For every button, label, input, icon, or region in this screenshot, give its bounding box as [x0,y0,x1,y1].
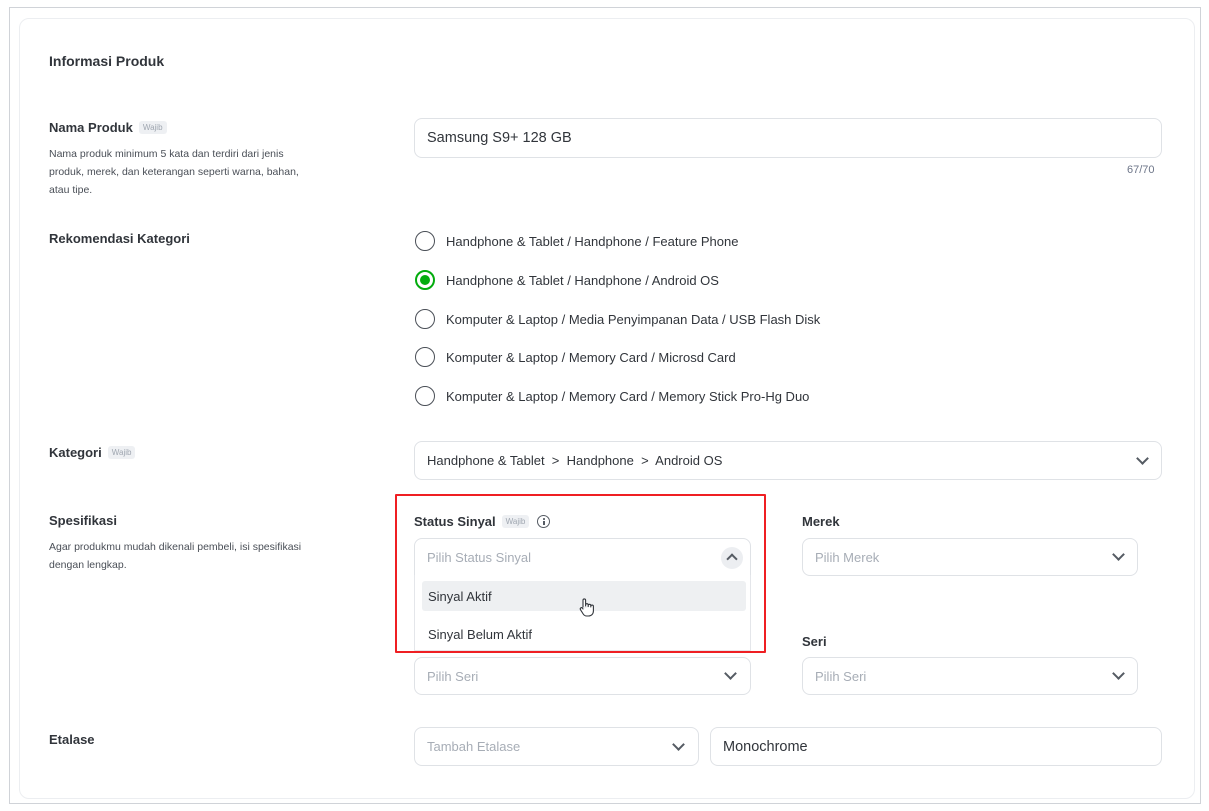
series-select-left[interactable]: Pilih Seri [414,657,751,695]
chevron-down-icon [1112,548,1125,561]
showcase-label: Etalase [49,732,95,747]
specification-help: Agar produkmu mudah dikenali pembeli, is… [49,541,302,571]
brand-label: Merek [802,514,840,529]
radio-option-usb-flash-disk[interactable]: Komputer & Laptop / Media Penyimpanan Da… [415,309,820,329]
brand-select[interactable]: Pilih Merek [802,538,1138,576]
chevron-down-icon [1136,452,1149,465]
radio-button-checked[interactable] [415,270,435,290]
section-title: Informasi Produk [49,53,165,69]
series-select-right[interactable]: Pilih Seri [802,657,1138,695]
radio-option-android-os[interactable]: Handphone & Tablet / Handphone / Android… [415,270,719,290]
chevron-down-icon [672,738,685,751]
radio-label: Komputer & Laptop / Memory Card / Micros… [446,349,736,365]
showcase-placeholder: Tambah Etalase [427,739,521,754]
radio-button[interactable] [415,231,435,251]
category-label: Kategori Wajib [49,445,136,460]
chevron-down-icon [724,667,737,680]
category-label-text: Kategori [49,445,102,460]
required-badge: Wajib [107,446,136,459]
category-recommendation-label: Rekomendasi Kategori [49,231,190,246]
radio-button[interactable] [415,347,435,367]
product-name-label: Nama Produk Wajib [49,120,167,135]
showcase-value: Monochrome [723,738,808,755]
product-name-value: Samsung S9+ 128 GB [427,130,572,146]
chevron-down-icon [1112,667,1125,680]
specification-label: Spesifikasi [49,513,117,528]
product-name-label-text: Nama Produk [49,120,133,135]
product-name-help: Nama produk minimum 5 kata dan terdiri d… [49,148,299,196]
radio-label: Komputer & Laptop / Memory Card / Memory… [446,388,810,404]
char-counter: 67/70 [1127,164,1155,176]
showcase-name-input[interactable]: Monochrome [710,727,1162,766]
radio-label: Handphone & Tablet / Handphone / Feature… [446,233,739,249]
series-label: Seri [802,634,827,649]
category-select[interactable]: Handphone & Tablet > Handphone > Android… [414,441,1162,480]
radio-option-memory-stick[interactable]: Komputer & Laptop / Memory Card / Memory… [415,386,809,406]
showcase-select[interactable]: Tambah Etalase [414,727,699,766]
radio-label: Handphone & Tablet / Handphone / Android… [446,272,719,288]
category-value: Handphone & Tablet > Handphone > Android… [427,453,723,468]
radio-option-microsd-card[interactable]: Komputer & Laptop / Memory Card / Micros… [415,347,736,367]
required-badge: Wajib [138,121,167,134]
radio-option-feature-phone[interactable]: Handphone & Tablet / Handphone / Feature… [415,231,738,251]
radio-button[interactable] [415,386,435,406]
radio-label: Komputer & Laptop / Media Penyimpanan Da… [446,311,821,327]
product-name-input[interactable]: Samsung S9+ 128 GB [414,118,1162,158]
radio-button[interactable] [415,309,435,329]
series-placeholder: Pilih Seri [427,668,479,684]
brand-placeholder: Pilih Merek [815,549,880,565]
series-placeholder: Pilih Seri [815,668,867,684]
highlight-box [395,494,766,653]
